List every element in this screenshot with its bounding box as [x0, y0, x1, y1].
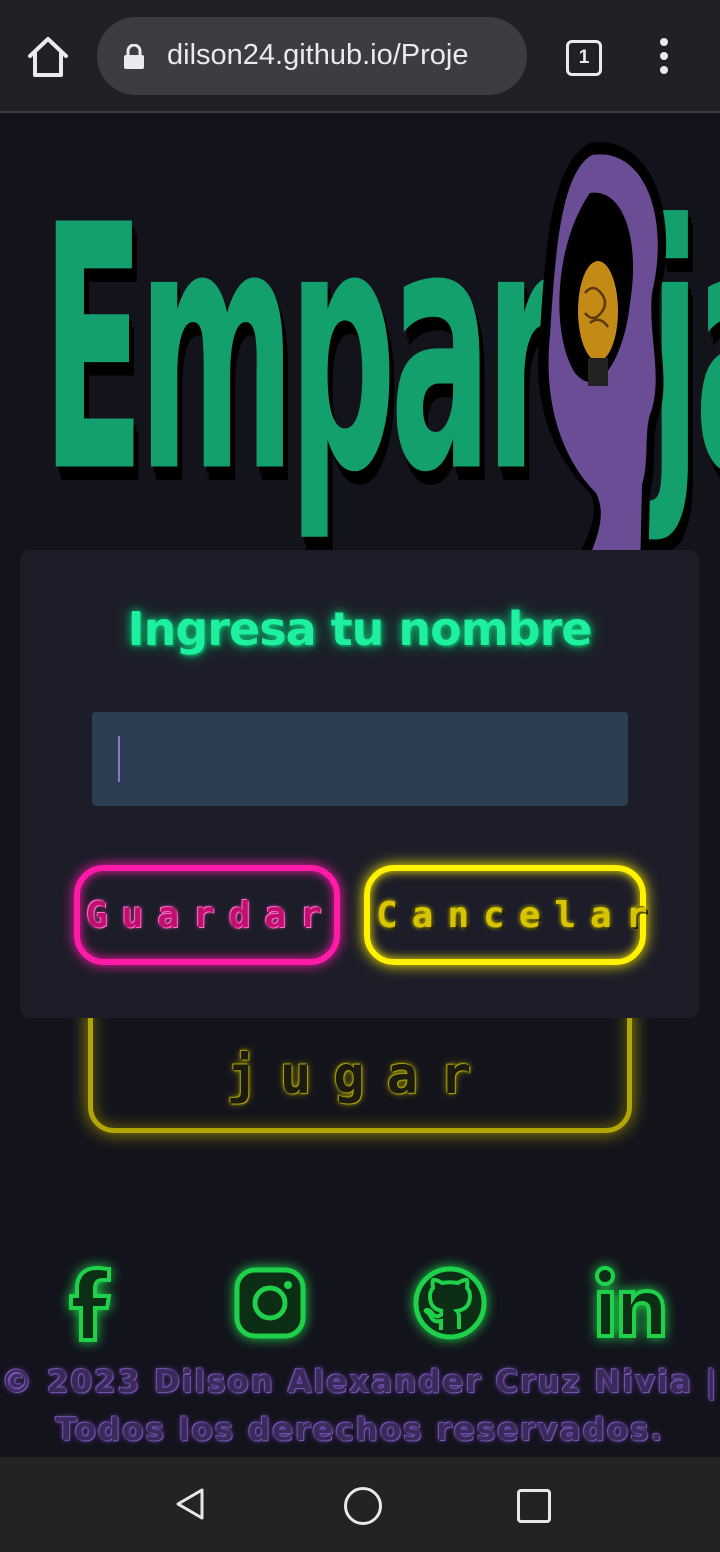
lock-icon — [123, 43, 145, 70]
facebook-icon[interactable] — [45, 1258, 135, 1348]
dialog-title: Ingresa tu nombre — [127, 602, 593, 656]
name-input[interactable] — [92, 712, 628, 806]
more-vert-icon[interactable] — [652, 38, 676, 76]
copyright-line-1: © 2023 Dilson Alexander Cruz Nivia | — [1, 1364, 719, 1400]
name-dialog: Ingresa tu nombre Guardar Cancelar — [20, 550, 699, 1018]
system-nav-bar — [0, 1457, 720, 1552]
url-text: dilson24.github.io/Proje — [167, 39, 469, 71]
brain-head-logo-icon — [530, 133, 680, 573]
text-caret — [118, 736, 120, 782]
copyright-footer: © 2023 Dilson Alexander Cruz Nivia | Tod… — [0, 1358, 720, 1454]
linkedin-icon[interactable] — [585, 1258, 675, 1348]
address-bar[interactable]: dilson24.github.io/Proje — [97, 17, 527, 95]
github-icon[interactable] — [405, 1258, 495, 1348]
save-button[interactable]: Guardar — [74, 865, 340, 965]
copyright-line-2: Todos los derechos reservados. — [55, 1412, 665, 1448]
instagram-icon[interactable] — [225, 1258, 315, 1348]
home-circle-icon[interactable] — [344, 1487, 382, 1525]
how-to-play-label: jugar — [226, 1046, 494, 1106]
tab-switcher-button[interactable]: 1 — [566, 40, 602, 76]
recents-icon[interactable] — [517, 1489, 551, 1523]
social-links — [0, 1258, 720, 1348]
cancel-button[interactable]: Cancelar — [364, 865, 647, 965]
back-icon[interactable] — [172, 1486, 208, 1522]
home-icon[interactable] — [24, 34, 72, 80]
browser-toolbar: dilson24.github.io/Proje 1 — [0, 0, 720, 113]
